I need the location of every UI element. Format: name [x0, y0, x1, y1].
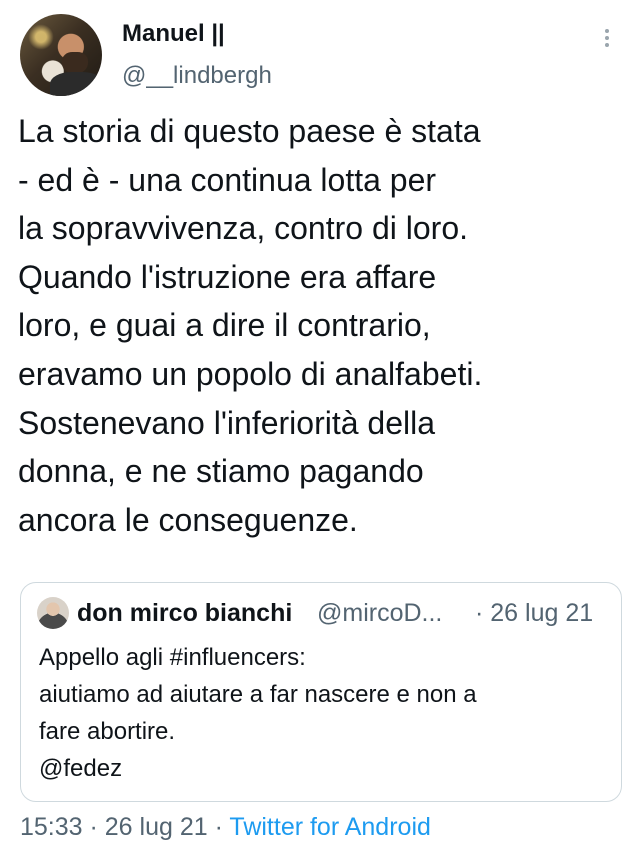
tweet-text-line: loro, e guai a dire il contrario,: [18, 307, 431, 344]
more-dot: [605, 29, 609, 33]
tweet-text-line: Quando l'istruzione era affare: [18, 258, 437, 295]
quoted-tweet-date: · 26 lug 21: [475, 599, 594, 627]
quoted-tweet-text: Appello agli #influencers: aiutiamo ad a…: [39, 639, 609, 787]
author-username[interactable]: @__lindbergh: [122, 62, 272, 90]
meta-separator: ·: [82, 813, 105, 841]
quoted-text-line: Appello agli #influencers:: [39, 644, 306, 671]
tweet-text-line: La storia di questo paese è stata: [18, 113, 481, 149]
tweet-header: Manuel || @__lindbergh: [0, 0, 640, 100]
avatar-face: [62, 52, 88, 74]
tweet-source-link[interactable]: Twitter for Android: [229, 813, 430, 841]
tweet-text-line: ancora le conseguenze.: [18, 501, 358, 538]
tweet-text-line: eravamo un popolo di analfabeti.: [18, 355, 483, 392]
tweet-text: La storia di questo paese è stata - ed è…: [18, 107, 628, 544]
author-display-name[interactable]: Manuel ||: [122, 20, 225, 48]
tweet-text-line: Sostenevano l'inferiorità della: [18, 404, 436, 441]
avatar-background-lights: [26, 22, 56, 52]
quoted-text-line: @fedez: [39, 755, 123, 782]
more-dot: [605, 36, 609, 40]
quoted-author-name: don mirco bianchi: [77, 599, 293, 627]
author-avatar[interactable]: [20, 14, 102, 96]
tweet-text-line: la sopravvivenza, contro di loro.: [18, 210, 468, 247]
tweet-date[interactable]: 26 lug 21: [105, 813, 208, 841]
tweet-text-line: - ed è - una continua lotta per: [18, 161, 437, 198]
quoted-author-username: @mircoD...: [317, 599, 443, 627]
meta-separator: ·: [207, 813, 230, 841]
more-vertical-icon[interactable]: [598, 26, 616, 52]
more-dot: [605, 43, 609, 47]
quoted-text-line: fare abortire.: [39, 718, 176, 745]
avatar-shirt: [50, 72, 102, 96]
quoted-text-line: aiutiamo ad aiutare a far nascere e non …: [39, 681, 477, 708]
tweet-text-line: donna, e ne stiamo pagando: [18, 453, 424, 490]
tweet-metadata: 15:33 · 26 lug 21 · Twitter for Android: [20, 813, 431, 842]
tweet-time[interactable]: 15:33: [20, 813, 83, 841]
quoted-author-avatar: [37, 597, 69, 629]
quoted-tweet-card[interactable]: don mirco bianchi @mircoD... · 26 lug 21…: [20, 582, 622, 802]
